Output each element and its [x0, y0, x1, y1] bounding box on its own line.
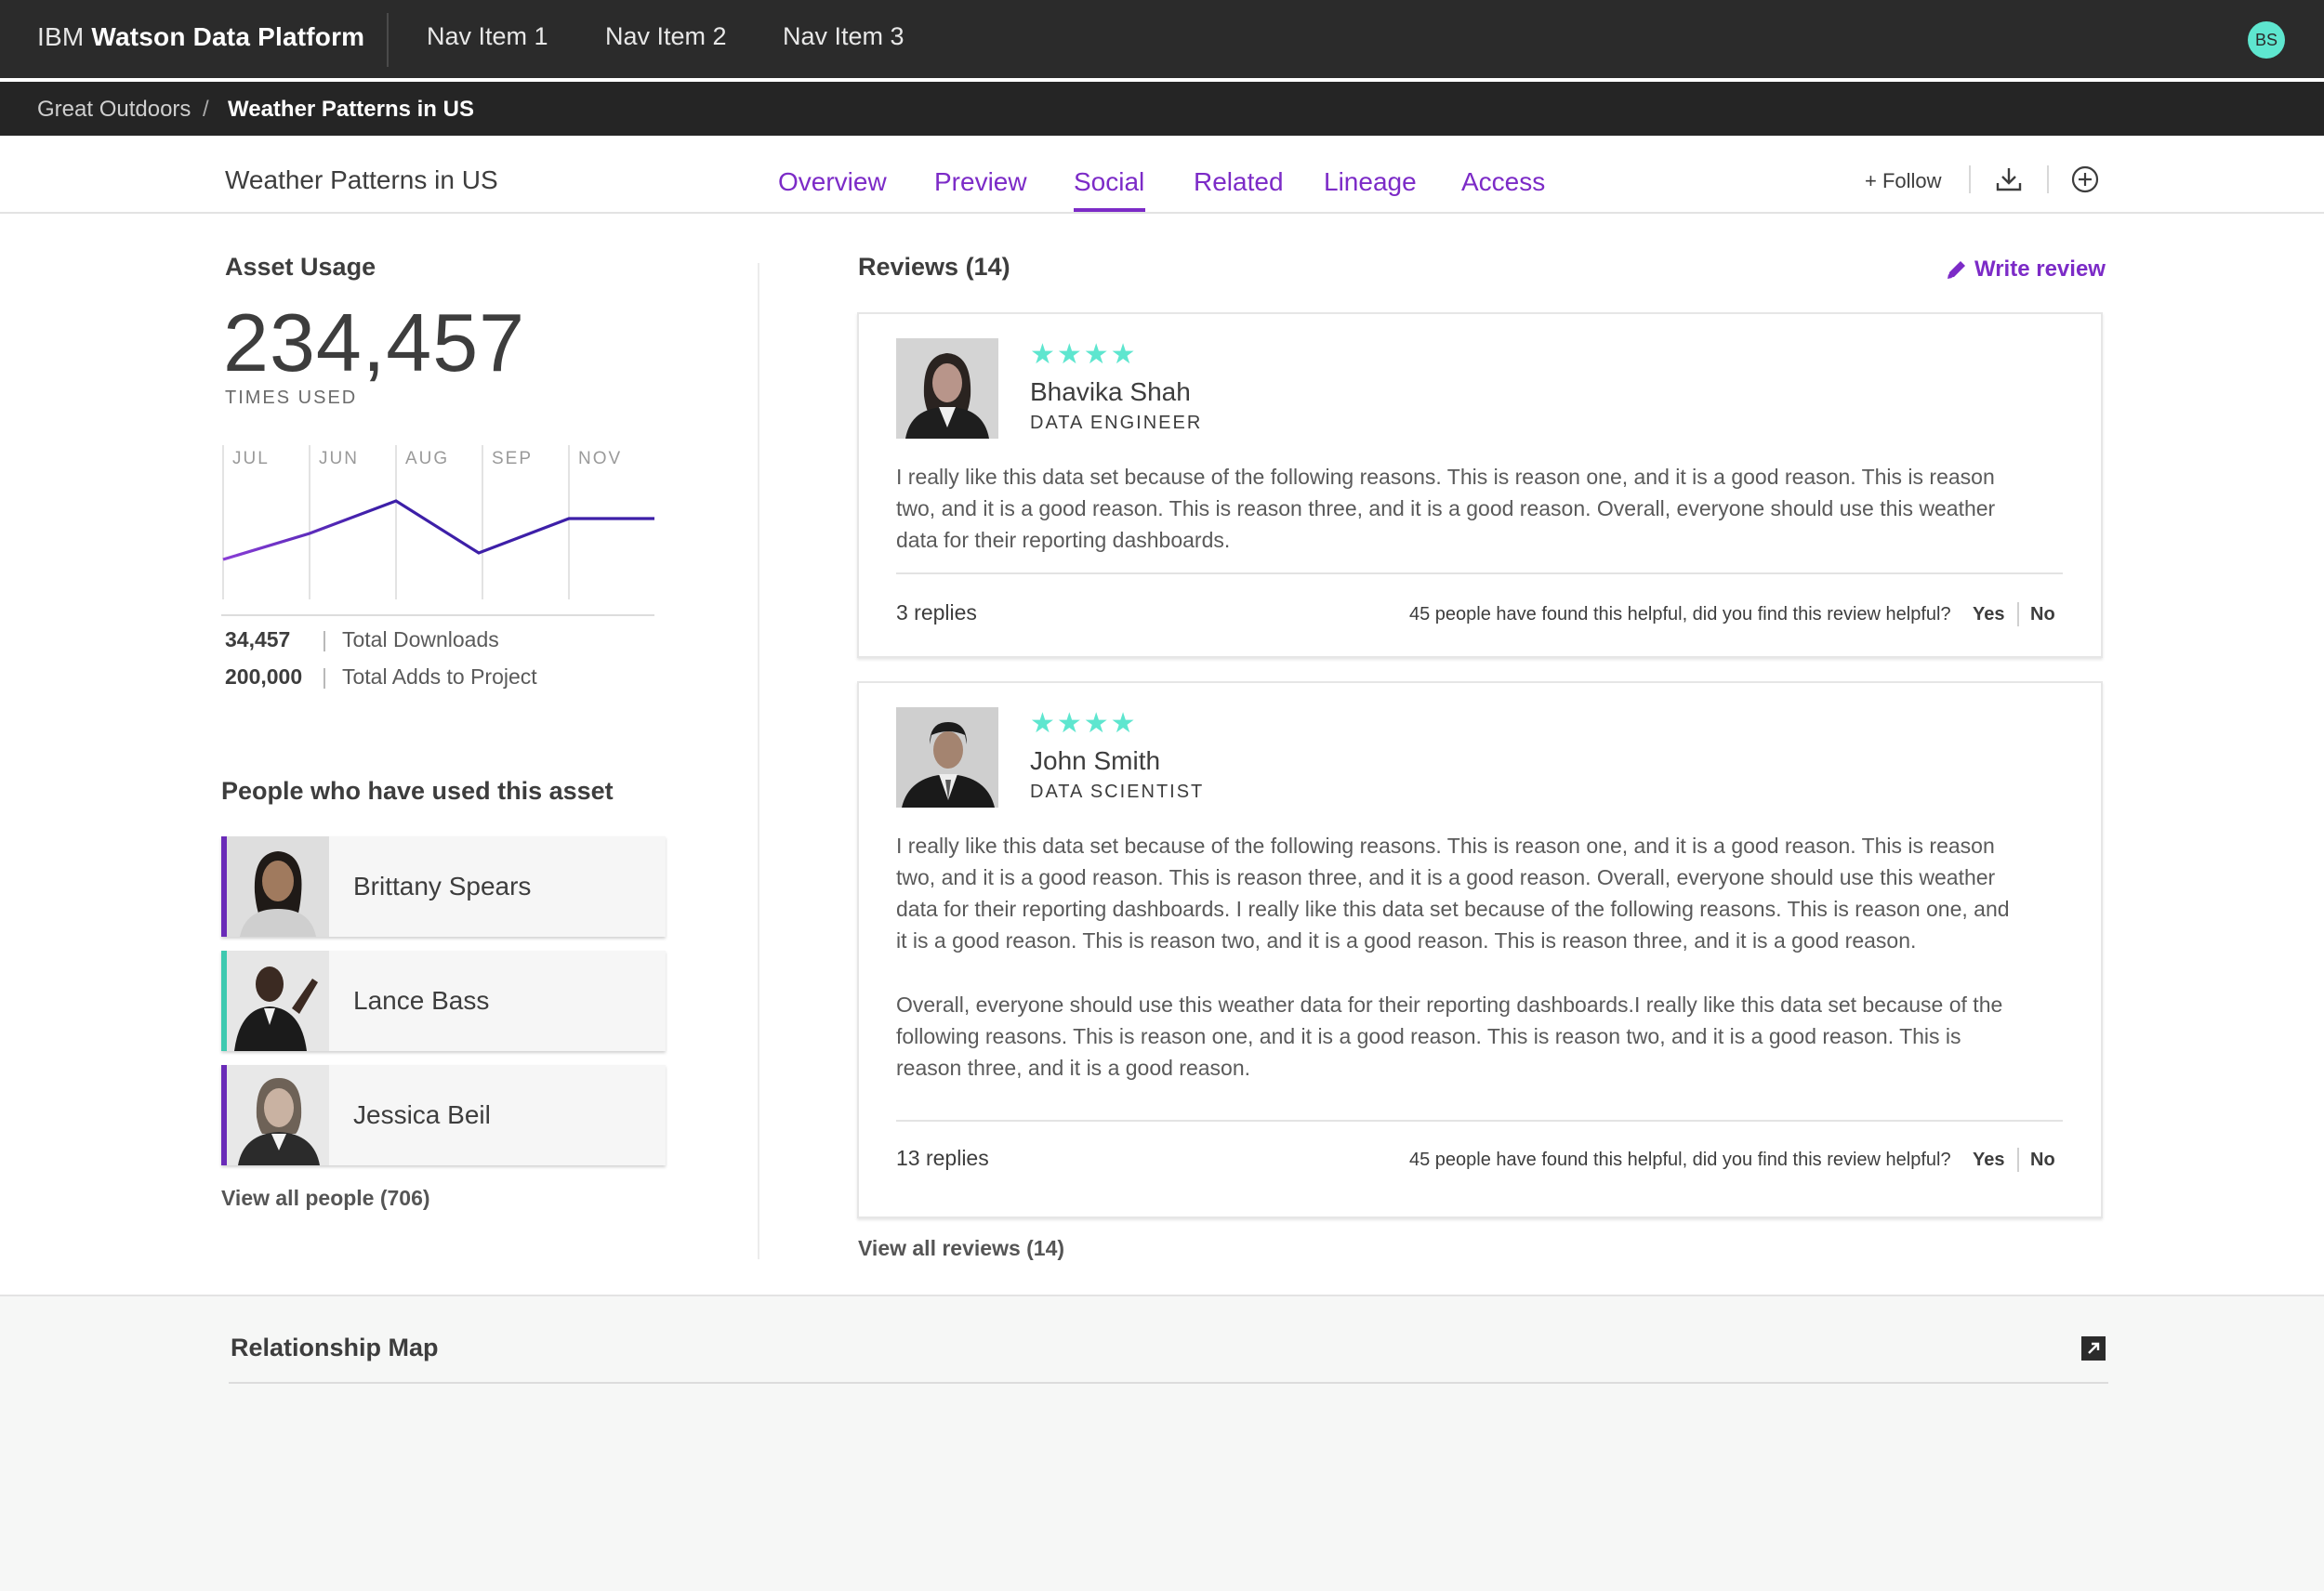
tab-related[interactable]: Related — [1194, 167, 1284, 197]
helpful-no-button[interactable]: No — [2030, 604, 2055, 625]
person-name: Jessica Beil — [353, 1100, 491, 1129]
person-card[interactable]: Jessica Beil — [221, 1065, 666, 1165]
people-heading: People who have used this asset — [221, 777, 614, 805]
breadcrumb-parent[interactable]: Great Outdoors — [37, 97, 191, 123]
rating-stars: ★★★★ — [1030, 708, 1138, 739]
brand-name: Watson Data Platform — [91, 22, 365, 51]
tab-access[interactable]: Access — [1461, 167, 1545, 197]
review-card: ★★★★ Bhavika Shah DATA ENGINEER I really… — [857, 312, 2103, 658]
review-divider — [896, 1120, 2063, 1122]
tab-preview[interactable]: Preview — [934, 167, 1027, 197]
person-card[interactable]: Lance Bass — [221, 951, 666, 1051]
tab-lineage[interactable]: Lineage — [1324, 167, 1417, 197]
stat-separator: | — [322, 664, 327, 689]
person-avatar — [227, 836, 329, 937]
person-name: Lance Bass — [353, 986, 490, 1015]
review-text: I really like this data set because of t… — [896, 465, 1996, 552]
stat-total-downloads: 34,457 | Total Downloads — [225, 627, 499, 652]
top-nav: IBM Watson Data Platform Nav Item 1 Nav … — [0, 0, 2324, 78]
brand-logo[interactable]: IBM Watson Data Platform — [37, 22, 364, 52]
review-text: I really like this data set because of t… — [896, 834, 2010, 953]
reviewer-role: DATA ENGINEER — [1030, 413, 1203, 433]
nav-item-3[interactable]: Nav Item 3 — [783, 22, 905, 51]
replies-link[interactable]: 13 replies — [896, 1146, 989, 1171]
usage-line — [222, 499, 654, 561]
person-name: Brittany Spears — [353, 872, 532, 901]
view-all-reviews-link[interactable]: View all reviews (14) — [858, 1236, 1064, 1261]
reviews-heading: Reviews (14) — [858, 253, 1010, 281]
nav-divider — [387, 13, 389, 67]
stat-label: Total Adds to Project — [342, 664, 537, 689]
relationship-map-heading: Relationship Map — [231, 1334, 439, 1361]
times-used-label: TIMES USED — [225, 388, 358, 408]
chart-month-label: SEP — [492, 449, 533, 468]
review-divider — [896, 572, 2063, 574]
nav-item-1[interactable]: Nav Item 1 — [427, 22, 548, 51]
download-icon[interactable] — [1993, 164, 2025, 195]
helpful-yes-button[interactable]: Yes — [1973, 604, 2004, 625]
tab-overview[interactable]: Overview — [778, 167, 887, 197]
breadcrumb: Great Outdoors / Weather Patterns in US — [0, 82, 2324, 136]
helpful-no-button[interactable]: No — [2030, 1150, 2055, 1171]
asset-title: Weather Patterns in US — [225, 165, 498, 194]
rating-stars: ★★★★ — [1030, 339, 1138, 370]
stat-separator: | — [322, 627, 327, 651]
breadcrumb-current: Weather Patterns in US — [228, 97, 474, 122]
times-used-value: 234,457 — [223, 296, 526, 388]
relationship-map-divider — [229, 1382, 2108, 1384]
helpful-prompt: 45 people have found this helpful, did y… — [1409, 1150, 1951, 1170]
stat-value: 34,457 — [225, 627, 291, 651]
reviewer-avatar — [896, 338, 998, 439]
person-avatar — [227, 951, 329, 1051]
chart-month-label: AUG — [405, 449, 449, 468]
chart-month-label: NOV — [578, 449, 622, 468]
reviewer-avatar — [896, 707, 998, 808]
helpful-prompt: 45 people have found this helpful, did y… — [1409, 604, 1951, 625]
nav-item-2[interactable]: Nav Item 2 — [605, 22, 727, 51]
pencil-icon[interactable] — [1945, 257, 1969, 282]
column-divider — [758, 263, 759, 1259]
view-all-people-link[interactable]: View all people (706) — [221, 1186, 430, 1211]
brand-prefix: IBM — [37, 22, 85, 51]
helpful-separator — [2017, 1148, 2019, 1172]
relationship-map-section: Relationship Map — [0, 1295, 2324, 1591]
reviewer-role: DATA SCIENTIST — [1030, 782, 1205, 802]
review-card: ★★★★ John Smith DATA SCIENTIST I really … — [857, 681, 2103, 1218]
chart-month-label: JUN — [319, 449, 359, 468]
chart-month-label: JUL — [232, 449, 270, 468]
helpful-yes-button[interactable]: Yes — [1973, 1150, 2004, 1171]
active-tab-indicator — [1074, 208, 1145, 212]
stat-value: 200,000 — [225, 664, 303, 689]
stat-label: Total Downloads — [342, 627, 499, 651]
expand-icon[interactable] — [2080, 1335, 2106, 1361]
asset-header: Weather Patterns in US Overview Preview … — [0, 136, 2324, 214]
header-divider — [2047, 165, 2049, 193]
helpful-separator — [2017, 602, 2019, 626]
person-card[interactable]: Brittany Spears — [221, 836, 666, 937]
person-avatar — [227, 1065, 329, 1165]
user-avatar[interactable]: BS — [2248, 21, 2285, 59]
header-divider — [1969, 165, 1971, 193]
usage-chart: JUL JUN AUG SEP NOV — [221, 445, 654, 616]
breadcrumb-separator: / — [203, 97, 209, 122]
write-review-button[interactable]: Write review — [1974, 256, 2106, 283]
reviewer-name: John Smith — [1030, 746, 1161, 775]
review-text: Overall, everyone should use this weathe… — [896, 993, 2003, 1080]
replies-link[interactable]: 3 replies — [896, 600, 977, 625]
asset-usage-heading: Asset Usage — [225, 253, 376, 281]
add-circle-icon[interactable] — [2069, 164, 2101, 195]
tab-social[interactable]: Social — [1074, 167, 1144, 197]
stat-total-adds: 200,000 | Total Adds to Project — [225, 664, 537, 690]
follow-button[interactable]: + Follow — [1865, 169, 1942, 193]
reviewer-name: Bhavika Shah — [1030, 377, 1191, 406]
